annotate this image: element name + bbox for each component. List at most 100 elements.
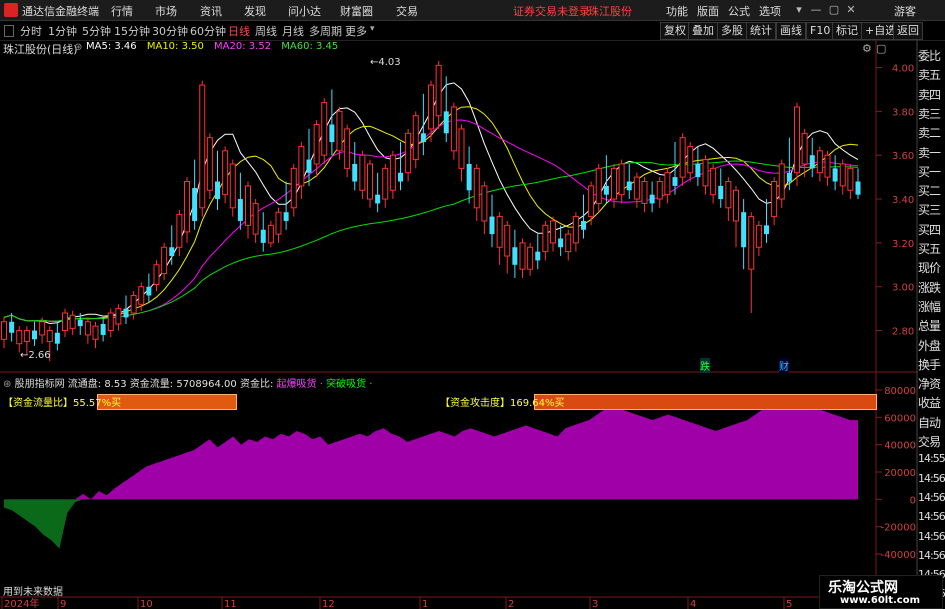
candle-body: [298, 145, 305, 187]
period-tab-more[interactable]: 更多: [345, 23, 367, 39]
login-alert[interactable]: 证券交易未登录: [513, 3, 590, 19]
candle-body: [718, 185, 724, 200]
draw-line-button[interactable]: 画线: [776, 22, 806, 40]
side-panel-item[interactable]: 卖四: [918, 86, 945, 103]
candle-body: [496, 216, 503, 248]
adjust-button[interactable]: 复权: [660, 22, 690, 40]
period-tab-monthly[interactable]: 月线: [282, 23, 304, 39]
fund-ratio-label: 资金比:: [239, 379, 274, 390]
side-panel-item[interactable]: 交易: [918, 433, 945, 450]
statistics-button[interactable]: 统计: [746, 22, 776, 40]
mark-button[interactable]: 标记: [832, 22, 862, 40]
side-panel-item[interactable]: 收益: [918, 394, 945, 411]
candle: [130, 291, 137, 320]
candle: [184, 177, 190, 243]
candle: [558, 225, 564, 257]
side-panel-item[interactable]: 卖二: [918, 124, 945, 141]
menu-item-layout[interactable]: 版面: [697, 3, 719, 19]
side-panel-item[interactable]: 现价: [918, 259, 945, 276]
guest-label[interactable]: 游客: [894, 3, 916, 19]
menu-item-market[interactable]: 市场: [155, 3, 177, 19]
side-panel-item[interactable]: 14:55: [918, 452, 945, 465]
side-panel-item[interactable]: 买二: [918, 182, 945, 199]
candle-body: [130, 294, 137, 314]
candle: [367, 159, 373, 208]
candle-body: [558, 238, 564, 248]
side-panel-item[interactable]: 买三: [918, 201, 945, 218]
candle: [595, 163, 602, 213]
candle-body: [458, 128, 465, 169]
period-tab-30min[interactable]: 30分钟: [152, 23, 188, 39]
low-price-label: ←2.66: [20, 350, 51, 361]
minimize-icon[interactable]: —: [808, 2, 824, 17]
side-panel-item[interactable]: 涨幅: [918, 298, 945, 315]
side-panel-item[interactable]: 外盘: [918, 337, 945, 354]
back-button[interactable]: 返回: [893, 22, 923, 40]
side-panel-item[interactable]: 换手: [918, 356, 945, 373]
event-marker-finance[interactable]: 财: [779, 358, 789, 373]
future-data-label: 用到未来数据: [3, 587, 63, 598]
side-panel-item[interactable]: 14:56: [918, 510, 945, 523]
side-panel-item[interactable]: 买一: [918, 163, 945, 180]
stock-title[interactable]: 珠江股份(日线): [3, 41, 78, 57]
period-tab-15min[interactable]: 15分钟: [114, 23, 150, 39]
candle-body: [527, 246, 534, 270]
price-axis: 4.00 3.80 3.60 3.40 3.20 3.00 2.80: [876, 64, 914, 338]
settings-icon[interactable]: ⚙: [862, 42, 872, 55]
collapse-icon[interactable]: ▢: [876, 42, 886, 55]
indicator-title[interactable]: 股朋指标网: [15, 379, 65, 390]
f10-button[interactable]: F10: [806, 22, 835, 40]
ma-legend: MA5: 3.46 MA10: 3.50 MA20: 3.52 MA60: 3.…: [86, 41, 338, 52]
restore-icon[interactable]: ▢: [826, 2, 842, 17]
period-tab-weekly[interactable]: 周线: [255, 23, 277, 39]
side-panel-item[interactable]: 14:56: [918, 549, 945, 562]
period-tab-multi[interactable]: 多周期: [309, 23, 342, 39]
side-panel-item[interactable]: 14:56: [918, 530, 945, 543]
indicator-settings-icon[interactable]: ⊛: [74, 42, 82, 53]
menu-item-discover[interactable]: 发现: [244, 3, 266, 19]
side-panel-item[interactable]: 14:56: [918, 472, 945, 485]
candle: [267, 220, 274, 248]
menu-arrow-icon[interactable]: ▾: [791, 2, 807, 17]
period-tab-daily[interactable]: 日线: [228, 23, 250, 39]
menu-item-wealth[interactable]: 财富圈: [340, 3, 373, 19]
chart-area[interactable]: 4.00 3.80 3.60 3.40 3.20 3.00 2.80 80000 60000 4…: [0, 40, 945, 609]
menu-item-trade[interactable]: 交易: [396, 3, 418, 19]
close-icon[interactable]: ✕: [843, 2, 859, 17]
menu-item-formula[interactable]: 公式: [728, 3, 750, 19]
overlay-button[interactable]: 叠加: [688, 22, 718, 40]
date-tick-label: 12: [322, 599, 335, 609]
more-arrow-icon[interactable]: ▾: [370, 24, 375, 34]
side-panel-item[interactable]: 卖三: [918, 105, 945, 122]
menu-item-news[interactable]: 资讯: [200, 3, 222, 19]
event-marker-fall[interactable]: 跌: [700, 358, 710, 373]
candle: [344, 124, 351, 178]
side-panel-item[interactable]: 买五: [918, 240, 945, 257]
period-tab-1min[interactable]: 1分钟: [48, 23, 77, 39]
candle: [450, 102, 457, 160]
side-panel-item[interactable]: 14:56: [918, 491, 945, 504]
multi-stock-button[interactable]: 多股: [717, 22, 747, 40]
candle-body: [847, 167, 854, 191]
menu-item-options[interactable]: 选项: [759, 3, 781, 19]
side-panel-item[interactable]: 卖一: [918, 144, 945, 161]
indicator-settings-icon[interactable]: ⊛: [3, 379, 11, 390]
side-panel-item[interactable]: 买四: [918, 221, 945, 238]
candle-body: [275, 211, 282, 235]
period-tab-intraday[interactable]: 分时: [20, 23, 42, 39]
period-tab-5min[interactable]: 5分钟: [82, 23, 111, 39]
side-panel-item[interactable]: 委比: [918, 47, 945, 64]
side-panel-item[interactable]: 涨跌: [918, 279, 945, 296]
side-panel-item[interactable]: 总量: [918, 317, 945, 334]
candle: [702, 155, 709, 195]
side-panel-item[interactable]: 自动: [918, 414, 945, 431]
panel-toggle-icon[interactable]: [4, 25, 14, 37]
side-panel-item[interactable]: 净资: [918, 375, 945, 392]
candle-body: [359, 154, 366, 191]
side-panel-item[interactable]: 卖五: [918, 66, 945, 83]
menu-item-ask[interactable]: 问小达: [288, 3, 321, 19]
stock-name-button[interactable]: 珠江股份: [588, 3, 632, 19]
menu-item-function[interactable]: 功能: [666, 3, 688, 19]
period-tab-60min[interactable]: 60分钟: [190, 23, 226, 39]
menu-item-quotes[interactable]: 行情: [111, 3, 133, 19]
